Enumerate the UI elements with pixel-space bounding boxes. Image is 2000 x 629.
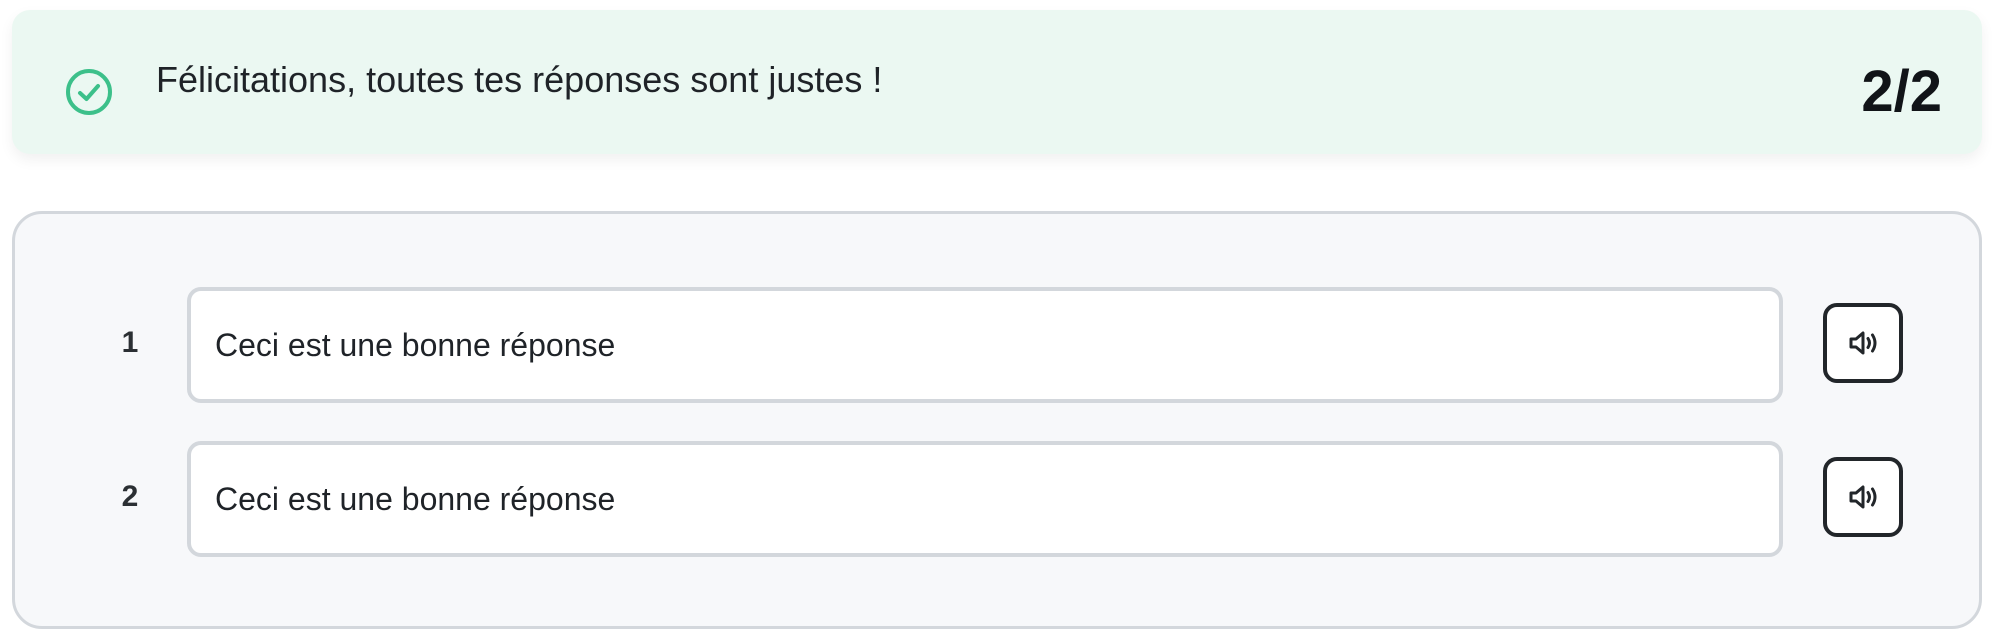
success-message: Félicitations, toutes tes réponses sont …	[156, 59, 883, 100]
answer-number: 1	[121, 326, 139, 359]
answer-field[interactable]: Ceci est une bonne réponse	[187, 287, 1783, 403]
success-banner: Félicitations, toutes tes réponses sont …	[12, 10, 1982, 154]
quiz-result-page: Félicitations, toutes tes réponses sont …	[0, 0, 2000, 629]
play-audio-button[interactable]	[1823, 303, 1903, 383]
answers-panel: 1 Ceci est une bonne réponse 2 Ceci est …	[12, 211, 1982, 629]
answer-row: 1 Ceci est une bonne réponse	[15, 287, 1979, 403]
answer-field[interactable]: Ceci est une bonne réponse	[187, 441, 1783, 557]
speaker-icon	[1843, 323, 1883, 363]
answer-row: 2 Ceci est une bonne réponse	[15, 441, 1979, 557]
answer-number: 2	[121, 480, 139, 513]
speaker-icon	[1843, 477, 1883, 517]
check-circle-icon	[64, 67, 114, 117]
score: 2/2	[1861, 59, 1942, 124]
play-audio-button[interactable]	[1823, 457, 1903, 537]
